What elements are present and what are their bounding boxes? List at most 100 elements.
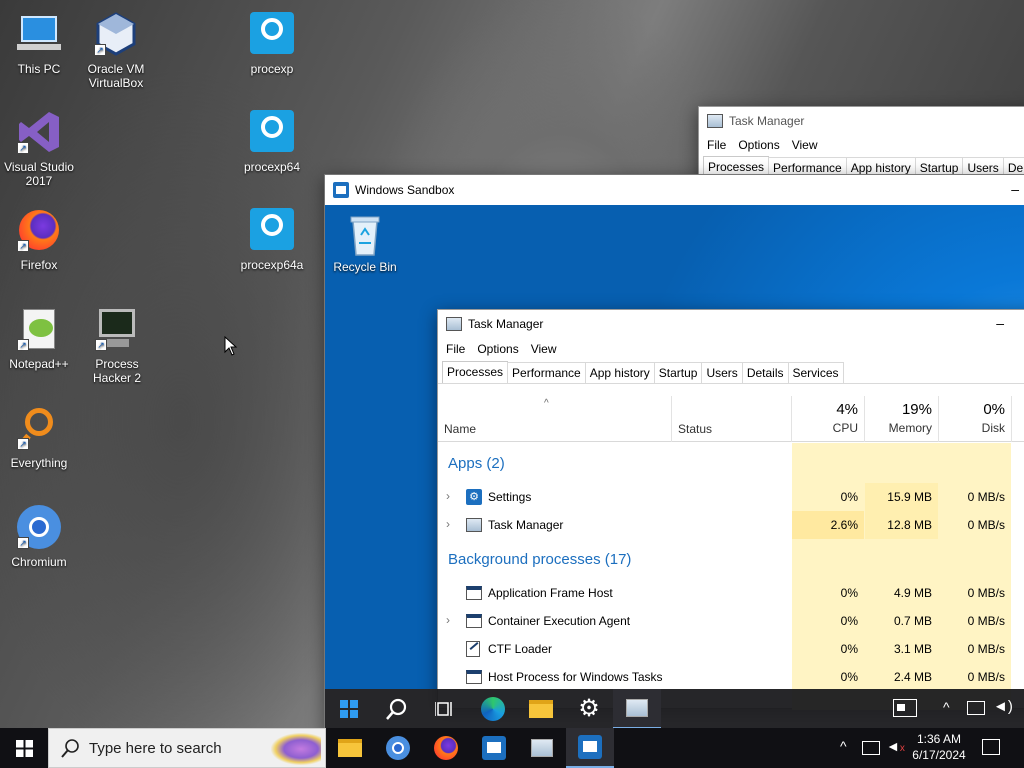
- desktop-icon-recycle-bin[interactable]: Recycle Bin: [329, 213, 401, 274]
- minimize-button[interactable]: –: [996, 315, 1004, 331]
- group-title: Apps (2): [448, 455, 505, 472]
- column-cpu[interactable]: 4% CPU: [792, 396, 864, 442]
- mouse-cursor-icon: [224, 336, 238, 356]
- table-row[interactable]: CTF Loader 0% 3.1 MB 0 MB/s: [438, 635, 1024, 663]
- table-row[interactable]: › ⚙ Settings 0% 15.9 MB 0 MB/s: [438, 483, 1024, 511]
- task-manager-icon: [466, 518, 482, 532]
- tab-details[interactable]: Details: [741, 362, 789, 383]
- column-memory[interactable]: 19% Memory: [865, 396, 938, 442]
- disk-label: Disk: [981, 421, 1005, 435]
- network-icon[interactable]: [967, 701, 985, 715]
- process-memory: 4.9 MB: [893, 586, 932, 600]
- table-row[interactable]: Host Process for Windows Tasks 0% 2.4 MB…: [438, 663, 1024, 691]
- tab-users[interactable]: Users: [701, 362, 743, 383]
- desktop-icon-firefox[interactable]: ↗ Firefox: [0, 206, 79, 272]
- process-name: Task Manager: [488, 518, 564, 532]
- taskbar-windows-sandbox[interactable]: [566, 728, 614, 768]
- process-name: Application Frame Host: [488, 586, 613, 600]
- search-box[interactable]: Type here to search: [48, 728, 326, 768]
- taskbar-edge[interactable]: [469, 689, 517, 729]
- taskbar-sandbox-pinned[interactable]: [470, 728, 518, 768]
- tab-processes[interactable]: Processes: [442, 361, 509, 383]
- desktop-icon-this-pc[interactable]: This PC: [0, 10, 79, 76]
- column-status[interactable]: Status: [678, 422, 712, 436]
- process-cpu: 0%: [840, 642, 858, 656]
- clock[interactable]: 1:36 AM 6/17/2024: [906, 731, 972, 763]
- volume-icon[interactable]: ◄): [993, 698, 1013, 715]
- taskbar-chromium[interactable]: [374, 728, 422, 768]
- menu-view[interactable]: View: [525, 342, 563, 356]
- sandbox-window[interactable]: Windows Sandbox – Recycle Bin Task Manag…: [324, 174, 1024, 734]
- menu-bar: File Options View: [699, 135, 1024, 155]
- taskbar-task-manager[interactable]: [518, 728, 566, 768]
- tab-app-history[interactable]: App history: [584, 362, 655, 383]
- column-name[interactable]: Name: [444, 422, 476, 436]
- sandbox-task-manager-window[interactable]: Task Manager – File Options View Process…: [437, 309, 1024, 710]
- taskbar-settings[interactable]: ⚙: [565, 689, 613, 729]
- task-manager-icon: [446, 317, 462, 331]
- menu-file[interactable]: File: [701, 138, 732, 152]
- process-name: CTF Loader: [488, 642, 553, 656]
- desktop-icon-virtualbox[interactable]: ↗ Oracle VM VirtualBox: [76, 10, 156, 90]
- chromium-icon: [386, 736, 410, 760]
- tab-startup[interactable]: Startup: [653, 362, 703, 383]
- taskbar-task-manager[interactable]: [613, 689, 661, 729]
- task-view-icon: [435, 702, 452, 716]
- desktop-icon-procexp64a[interactable]: procexp64a: [232, 206, 312, 272]
- search-highlight-icon: [271, 733, 321, 765]
- table-row[interactable]: › Task Manager 2.6% 12.8 MB 0 MB/s: [438, 511, 1024, 539]
- clock-time: 1:36 AM: [916, 732, 962, 746]
- volume-muted-icon[interactable]: ◄x: [886, 738, 905, 754]
- desktop-icon-label: Firefox: [20, 258, 58, 272]
- table-row[interactable]: › Container Execution Agent 0% 0.7 MB 0 …: [438, 607, 1024, 635]
- chevron-up-icon[interactable]: ^: [840, 738, 847, 754]
- title-bar[interactable]: Task Manager: [699, 107, 1024, 135]
- menu-file[interactable]: File: [440, 342, 471, 356]
- news-icon[interactable]: [893, 699, 917, 717]
- title-bar[interactable]: Windows Sandbox –: [325, 175, 1024, 205]
- task-view-button[interactable]: [421, 689, 469, 729]
- tab-performance[interactable]: Performance: [507, 362, 586, 383]
- window-title: Windows Sandbox: [355, 183, 455, 197]
- desktop-icon-procexp64[interactable]: procexp64: [232, 108, 312, 174]
- taskbar-firefox[interactable]: [422, 728, 470, 768]
- menu-options[interactable]: Options: [732, 138, 785, 152]
- expand-chevron-icon[interactable]: ›: [446, 613, 450, 627]
- desktop-icon-procexp[interactable]: procexp: [232, 10, 312, 76]
- desktop-icon-notepad-plus-plus[interactable]: ↗ Notepad++: [0, 305, 79, 371]
- desktop-icon-visual-studio[interactable]: ↗ Visual Studio 2017: [0, 108, 79, 188]
- search-button[interactable]: [373, 689, 421, 729]
- taskbar-file-explorer[interactable]: [326, 728, 374, 768]
- menu-options[interactable]: Options: [471, 342, 524, 356]
- desktop-icon-chromium[interactable]: ↗ Chromium: [0, 503, 79, 569]
- memory-label: Memory: [888, 421, 932, 435]
- sort-arrow-icon: ^: [544, 398, 549, 409]
- chevron-up-icon[interactable]: ^: [943, 699, 950, 715]
- desktop-icon-label: Chromium: [11, 555, 67, 569]
- process-disk: 0 MB/s: [967, 670, 1005, 684]
- notification-icon[interactable]: [982, 739, 1000, 755]
- start-button[interactable]: [0, 728, 48, 768]
- recycle-bin-icon: [350, 216, 380, 256]
- process-name: Settings: [488, 490, 532, 504]
- table-row[interactable]: Application Frame Host 0% 4.9 MB 0 MB/s: [438, 579, 1024, 607]
- menu-view[interactable]: View: [786, 138, 824, 152]
- process-name: Host Process for Windows Tasks: [488, 670, 663, 684]
- column-disk[interactable]: 0% Disk: [939, 396, 1011, 442]
- expand-chevron-icon[interactable]: ›: [446, 489, 450, 503]
- title-bar[interactable]: Task Manager –: [438, 310, 1024, 338]
- process-disk: 0 MB/s: [967, 518, 1005, 532]
- network-icon[interactable]: [862, 741, 880, 755]
- minimize-button[interactable]: –: [1011, 181, 1019, 197]
- process-memory: 15.9 MB: [865, 483, 938, 511]
- taskbar-file-explorer[interactable]: [517, 689, 565, 729]
- tab-services[interactable]: Services: [787, 362, 844, 383]
- group-header-apps[interactable]: Apps (2): [438, 443, 1024, 483]
- process-cpu: 0%: [840, 670, 858, 684]
- start-button[interactable]: [325, 689, 373, 729]
- desktop-icon-everything[interactable]: ↗ Everything: [0, 404, 79, 470]
- desktop-icon-process-hacker[interactable]: ↗ Process Hacker 2: [77, 305, 157, 385]
- expand-chevron-icon[interactable]: ›: [446, 517, 450, 531]
- group-header-background[interactable]: Background processes (17): [438, 539, 1024, 579]
- tab-strip: Processes Performance App history Startu…: [438, 360, 1024, 384]
